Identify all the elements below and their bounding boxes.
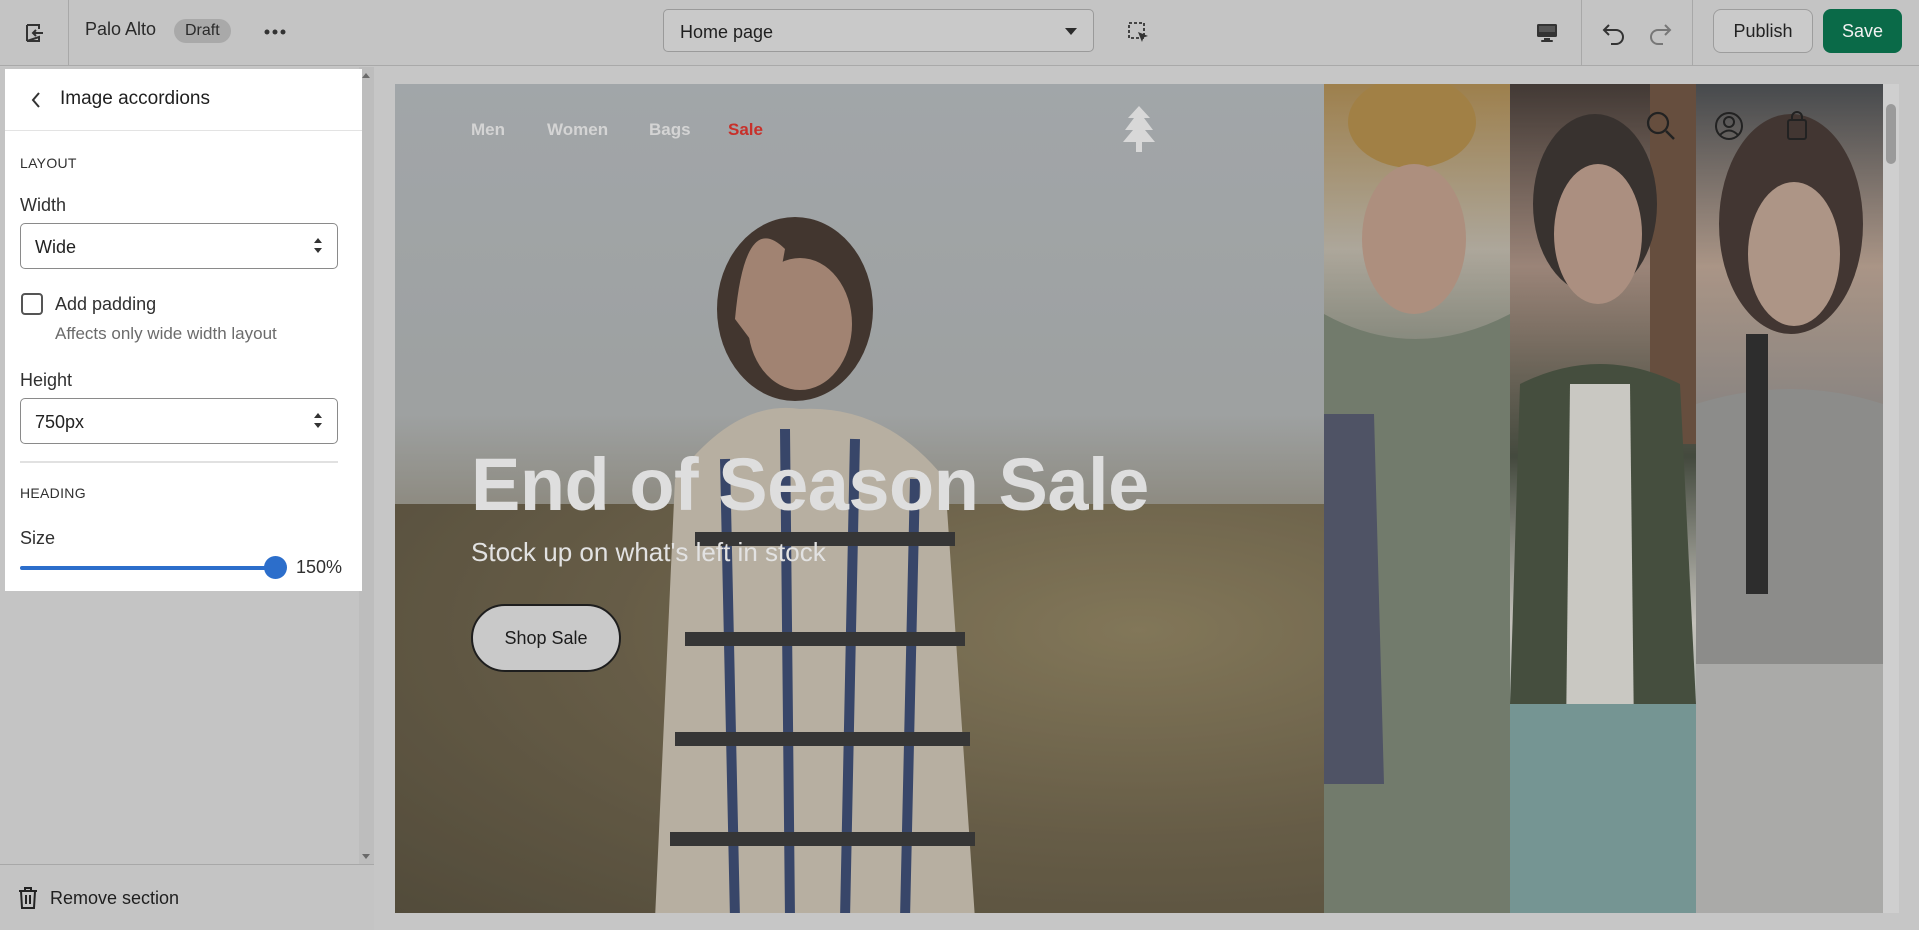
heading-section-heading: HEADING	[20, 485, 86, 501]
hero-heading: End of Season Sale	[471, 443, 1149, 526]
width-label: Width	[20, 195, 67, 215]
divider	[68, 0, 69, 66]
select-arrows-icon	[313, 413, 323, 430]
add-padding-checkbox[interactable]	[21, 293, 43, 315]
theme-preview: Men Women Bags Sale End of Season Sale S…	[395, 84, 1883, 913]
size-slider-handle[interactable]	[264, 556, 287, 579]
undo-icon[interactable]	[1595, 14, 1633, 52]
select-arrows-icon	[313, 238, 323, 255]
page-selector-value: Home page	[680, 22, 774, 42]
section-divider	[20, 461, 338, 463]
trash-icon	[19, 887, 37, 909]
redo-icon[interactable]	[1641, 14, 1679, 52]
panel-header: Image accordions	[5, 69, 362, 131]
tree-logo-icon	[1123, 106, 1155, 152]
status-badge: Draft	[174, 19, 231, 43]
store-name: Palo Alto	[85, 19, 157, 39]
remove-section-button[interactable]: Remove section	[0, 864, 374, 930]
desktop-preview-icon[interactable]	[1528, 14, 1566, 52]
shop-sale-button[interactable]: Shop Sale	[471, 604, 621, 672]
scroll-up-icon[interactable]	[362, 73, 370, 78]
section-settings-panel: Image accordions LAYOUT Width Wide Add p…	[5, 69, 362, 591]
height-label: Height	[20, 370, 73, 390]
account-icon[interactable]	[1713, 110, 1745, 142]
exit-icon[interactable]	[18, 16, 52, 50]
more-actions-icon[interactable]	[258, 17, 292, 47]
top-bar: Palo Alto Draft Home page Publish Save	[0, 0, 1919, 66]
divider	[1692, 0, 1693, 66]
cart-bag-icon[interactable]	[1781, 110, 1813, 142]
height-select-value: 750px	[35, 412, 85, 432]
nav-link-sale[interactable]: Sale	[728, 120, 763, 140]
nav-link-bags[interactable]: Bags	[649, 120, 691, 140]
width-select[interactable]: Wide	[20, 223, 338, 269]
save-button[interactable]: Save	[1823, 9, 1902, 53]
size-label: Size	[20, 528, 56, 548]
remove-section-label: Remove section	[50, 888, 180, 908]
divider	[1581, 0, 1582, 66]
add-padding-label: Add padding	[55, 294, 157, 314]
size-slider-track[interactable]	[20, 566, 278, 570]
size-slider-value: 150%	[296, 557, 343, 577]
search-icon[interactable]	[1645, 110, 1677, 142]
nav-link-men[interactable]: Men	[471, 120, 505, 140]
panel-title: Image accordions	[60, 88, 210, 109]
nav-link-women[interactable]: Women	[547, 120, 608, 140]
width-select-value: Wide	[35, 237, 77, 257]
preview-scrollbar[interactable]	[1883, 84, 1899, 913]
height-select[interactable]: 750px	[20, 398, 338, 444]
layout-section-heading: LAYOUT	[20, 155, 77, 171]
hero-subheading: Stock up on what's left in stock	[471, 537, 826, 567]
page-selector[interactable]: Home page	[663, 9, 1094, 52]
add-padding-help: Affects only wide width layout	[55, 324, 277, 343]
preview-scrollbar-thumb[interactable]	[1886, 104, 1896, 164]
publish-button[interactable]: Publish	[1713, 9, 1813, 53]
back-arrow-icon[interactable]	[21, 85, 51, 115]
scroll-down-icon[interactable]	[362, 854, 370, 859]
chevron-down-icon	[1065, 28, 1077, 35]
inspector-select-icon[interactable]	[1122, 16, 1156, 50]
